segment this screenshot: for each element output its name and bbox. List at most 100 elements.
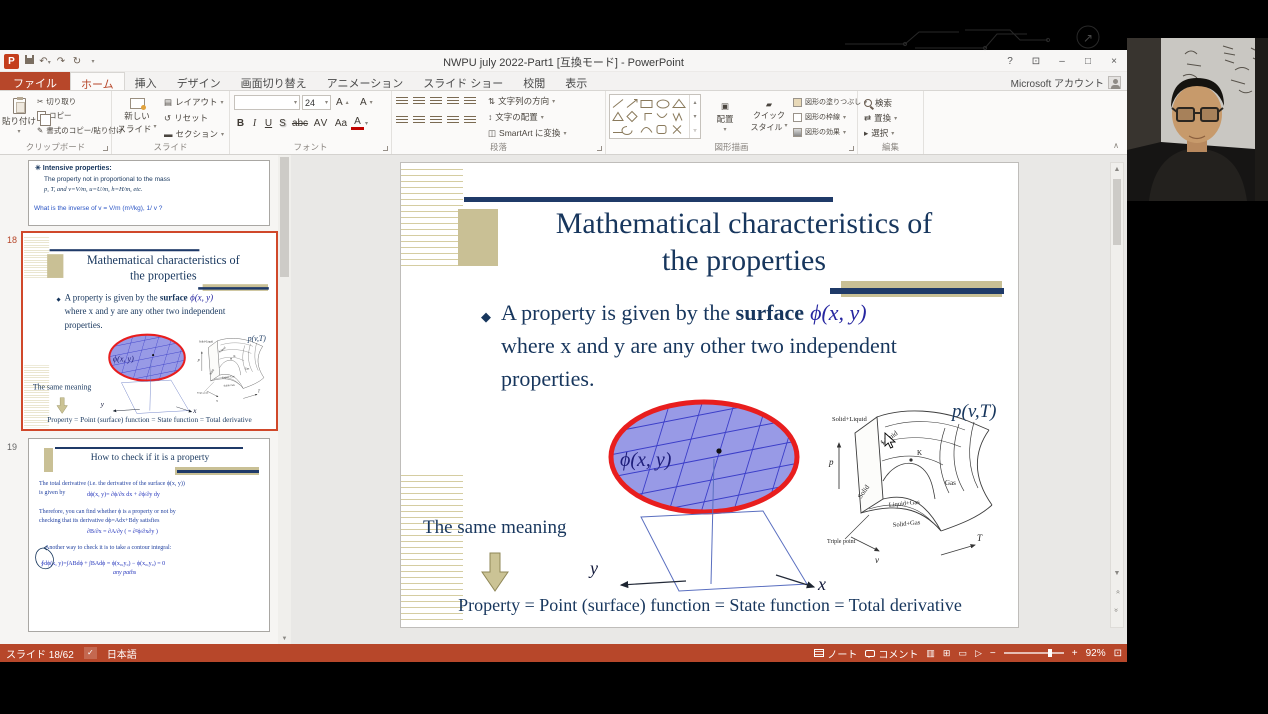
save-button[interactable] [23, 55, 35, 67]
shape-gallery[interactable]: ▴ ▾ ▿ [609, 94, 701, 139]
cut-button[interactable]: ✂ 切り取り [37, 96, 76, 107]
clipboard-dialog-launcher[interactable] [103, 146, 108, 151]
slide-canvas[interactable]: Mathematical characteristics of the prop… [24, 235, 275, 429]
tab-insert[interactable]: 挿入 [125, 72, 167, 90]
paste-button[interactable]: 貼り付け ▾ [2, 93, 36, 140]
same-meaning-text[interactable]: The same meaning [33, 383, 91, 392]
spell-check-icon[interactable]: ✓ [83, 647, 97, 659]
repeat-button[interactable]: ↻ [71, 56, 83, 67]
zoom-slider-thumb[interactable] [1047, 649, 1052, 657]
section-button[interactable]: ▬ セクション ▾ [164, 128, 224, 140]
change-case-button[interactable]: Aa [332, 118, 350, 129]
decrease-indent-button[interactable] [430, 97, 442, 106]
shape-effects-button[interactable]: 図形の効果 ▾ [793, 127, 846, 137]
previous-slide-button[interactable]: « [1111, 585, 1123, 599]
thumbnail-slide-19[interactable]: How to check if it is a property The tot… [28, 438, 270, 632]
replace-button[interactable]: ⇄ 置換 ▾ [864, 112, 897, 124]
scroll-up-button[interactable]: ▲ [1111, 163, 1123, 177]
zoom-out-button[interactable]: − [990, 648, 996, 659]
slide-body-line1[interactable]: A property is given by the surface ϕ(x, y… [65, 292, 213, 303]
paragraph-dialog-launcher[interactable] [597, 146, 602, 151]
normal-view-button[interactable]: ▥ [926, 648, 935, 659]
underline-button[interactable]: U [262, 118, 275, 129]
help-button[interactable]: ? [997, 50, 1023, 72]
minimize-button[interactable]: – [1049, 50, 1075, 72]
language-indicator[interactable]: 日本語 [107, 646, 137, 661]
drawing-dialog-launcher[interactable] [849, 146, 854, 151]
notes-button[interactable]: ノート [814, 646, 857, 661]
shape-outline-button[interactable]: 図形の枠線 ▾ [793, 112, 846, 122]
grow-font-button[interactable]: A ▴ [336, 97, 349, 108]
customize-qat-button[interactable]: ▾ [87, 58, 99, 65]
same-meaning-text[interactable]: The same meaning [423, 517, 567, 539]
undo-button[interactable]: ↶▾ [39, 56, 51, 67]
character-spacing-button[interactable]: AV [311, 118, 331, 129]
tab-transitions[interactable]: 画面切り替え [231, 72, 317, 90]
italic-button[interactable]: I [248, 118, 261, 129]
comments-button[interactable]: コメント [865, 646, 918, 661]
justify-button[interactable] [447, 116, 459, 125]
align-text-button[interactable]: ↕ 文字の配置 ▾ [488, 111, 544, 123]
font-size-combo[interactable]: 24 ▾ [302, 95, 331, 110]
copy-button[interactable]: コピー [37, 110, 72, 126]
slide-body-line1[interactable]: A property is given by the surface ϕ(x, y… [501, 300, 867, 326]
slide-title[interactable]: Mathematical characteristics of the prop… [59, 253, 268, 284]
numbering-button[interactable] [413, 97, 425, 106]
gallery-more-button[interactable]: ▿ [693, 127, 696, 134]
font-dialog-launcher[interactable] [383, 146, 388, 151]
slide-title[interactable]: Mathematical characteristics of the prop… [486, 205, 1002, 279]
font-name-combo[interactable]: ▾ [234, 95, 300, 110]
text-direction-button[interactable]: ⇅ 文字列の方向 ▾ [488, 95, 555, 107]
down-block-arrow[interactable] [56, 397, 68, 414]
slide-scrollbar[interactable]: ▲ ▼ « « [1110, 162, 1124, 628]
font-color-button[interactable]: A [351, 116, 364, 130]
thumbnail-scrollbar-thumb[interactable] [280, 157, 289, 277]
align-center-button[interactable] [413, 116, 425, 125]
thumbnail-scrollbar-down[interactable]: ▼ [278, 636, 291, 642]
bullets-button[interactable] [396, 97, 408, 106]
property-equation-text[interactable]: Property = Point (surface) function = St… [26, 415, 274, 424]
ribbon-display-options-button[interactable]: ⊡ [1023, 50, 1049, 72]
zoom-slider[interactable] [1003, 649, 1064, 657]
new-slide-button[interactable]: 新しい スライド ▾ [114, 93, 160, 140]
slide-canvas[interactable]: Mathematical characteristics of the prop… [400, 162, 1019, 628]
tab-slideshow[interactable]: スライド ショー [413, 72, 513, 90]
shrink-font-button[interactable]: A ▾ [360, 97, 373, 108]
redo-button[interactable]: ↷ [55, 56, 67, 67]
gallery-down-button[interactable]: ▾ [693, 113, 696, 120]
increase-indent-button[interactable] [447, 97, 459, 106]
align-left-button[interactable] [396, 116, 408, 125]
arrange-button[interactable]: ▣ 配置 ▾ [705, 94, 745, 139]
quick-styles-button[interactable]: ▰ クイック スタイル ▾ [747, 94, 791, 139]
line-spacing-button[interactable] [464, 97, 476, 106]
font-color-dropdown-icon[interactable]: ▾ [365, 120, 368, 127]
property-equation-text[interactable]: Property = Point (surface) function = St… [405, 595, 1015, 616]
down-block-arrow[interactable] [480, 552, 510, 592]
shape-fill-button[interactable]: 図形の塗りつぶし ▾ [793, 97, 867, 107]
close-button[interactable]: × [1101, 50, 1127, 72]
format-painter-button[interactable]: ✎ 書式のコピー/貼り付け [37, 125, 123, 136]
account-area[interactable]: Microsoft アカウント [1011, 75, 1121, 90]
select-button[interactable]: ▸ 選択 ▾ [864, 127, 894, 139]
slide-scrollbar-thumb[interactable] [1113, 179, 1121, 245]
columns-button[interactable] [464, 116, 476, 125]
find-button[interactable]: 検索 [864, 97, 892, 109]
tab-review[interactable]: 校閲 [513, 72, 555, 90]
restore-button[interactable]: □ [1075, 50, 1101, 72]
slide-sorter-view-button[interactable]: ⊞ [943, 648, 951, 659]
tab-design[interactable]: デザイン [167, 72, 231, 90]
strikethrough-button[interactable]: abc [290, 118, 310, 129]
convert-smartart-button[interactable]: ◫ SmartArt に変換 ▾ [488, 127, 566, 139]
reset-button[interactable]: ↺ リセット [164, 112, 208, 124]
next-slide-button[interactable]: « [1111, 603, 1123, 617]
zoom-level[interactable]: 92% [1086, 648, 1106, 659]
reading-view-button[interactable]: ▭ [958, 648, 967, 659]
layout-button[interactable]: ▤ レイアウト ▾ [164, 96, 224, 108]
thumbnail-slide-18-selected[interactable]: Mathematical characteristics of the prop… [21, 231, 278, 431]
zoom-in-button[interactable]: + [1072, 648, 1078, 659]
gallery-up-button[interactable]: ▴ [693, 99, 696, 106]
tab-view[interactable]: 表示 [555, 72, 597, 90]
thumbnail-scrollbar[interactable]: ▼ [278, 155, 291, 644]
scroll-down-button[interactable]: ▼ [1111, 567, 1123, 581]
align-right-button[interactable] [430, 116, 442, 125]
